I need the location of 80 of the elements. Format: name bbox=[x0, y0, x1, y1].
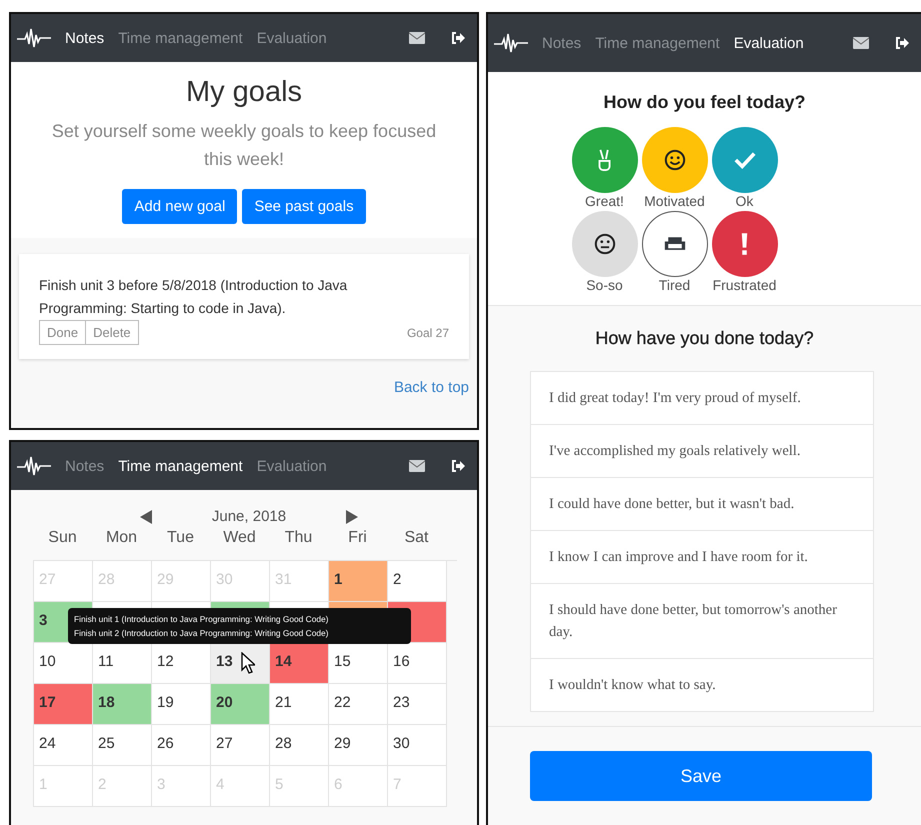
day-cell[interactable]: 21 bbox=[270, 684, 329, 725]
day-cell[interactable]: 15 bbox=[329, 643, 388, 684]
exclamation-icon bbox=[740, 232, 749, 256]
day-cell[interactable]: 14 bbox=[270, 643, 329, 684]
nav-link[interactable]: Notes bbox=[65, 30, 104, 46]
mood-label: Motivated bbox=[644, 193, 705, 209]
day-cell[interactable]: 30 bbox=[388, 725, 447, 766]
neutral-face-icon bbox=[594, 233, 616, 255]
weekday-label: Mon bbox=[104, 529, 138, 547]
nav-link[interactable]: Time management bbox=[595, 34, 720, 52]
nav-link[interactable]: Evaluation bbox=[256, 458, 327, 474]
tooltip: Finish unit 1 (Introduction to Java Programming: Writing Good Code) Finish unit 2 (Introduction to Java Programming: Writing Good Code) bbox=[68, 608, 411, 644]
nav-link[interactable]: Time management bbox=[118, 458, 243, 474]
day-cell[interactable]: 24 bbox=[34, 725, 93, 766]
mood-label: So-so bbox=[586, 277, 623, 293]
mail-icon[interactable] bbox=[409, 32, 425, 44]
logo-icon[interactable] bbox=[17, 28, 51, 48]
day-cell[interactable]: 1 bbox=[329, 561, 388, 602]
sign-out-icon[interactable] bbox=[451, 460, 465, 472]
day-cell[interactable]: 23 bbox=[388, 684, 447, 725]
day-cell[interactable]: 13 bbox=[211, 643, 270, 684]
mail-icon[interactable] bbox=[409, 460, 425, 472]
sign-out-icon[interactable] bbox=[451, 32, 465, 44]
month-label: June, 2018 bbox=[212, 508, 286, 525]
primary-button[interactable]: See past goals bbox=[242, 189, 366, 224]
mood-label: Ok bbox=[736, 193, 754, 209]
mood-label: Great! bbox=[585, 193, 624, 209]
weekday-label: Wed bbox=[222, 529, 257, 547]
next-month-icon[interactable] bbox=[346, 510, 358, 524]
answer-option[interactable]: I wouldn't know what to say. bbox=[531, 658, 873, 711]
sign-out-icon[interactable] bbox=[895, 37, 909, 49]
day-cell[interactable]: 26 bbox=[152, 725, 211, 766]
goal-action-button[interactable]: Done bbox=[39, 320, 86, 345]
mail-icon[interactable] bbox=[853, 37, 869, 49]
nav-link[interactable]: Notes bbox=[65, 458, 104, 474]
section-heading: How do you feel today? bbox=[602, 92, 806, 113]
day-cell[interactable]: 29 bbox=[329, 725, 388, 766]
weekday-label: Tue bbox=[166, 529, 195, 547]
primary-button[interactable]: Add new goal bbox=[122, 189, 238, 224]
goal-number: Goal 27 bbox=[406, 326, 449, 340]
day-cell[interactable]: 19 bbox=[152, 684, 211, 725]
nav-link[interactable]: Notes bbox=[542, 34, 582, 52]
weekday-label: Fri bbox=[347, 529, 368, 547]
day-cell[interactable]: 27 bbox=[211, 725, 270, 766]
answer-option[interactable]: I've accomplished my goals relatively well. bbox=[531, 424, 873, 477]
smile-icon bbox=[664, 149, 686, 171]
answer-option[interactable]: I did great today! I'm very proud of myself. bbox=[531, 372, 873, 424]
answer-option[interactable]: I know I can improve and I have room for it. bbox=[531, 530, 873, 583]
day-cell[interactable]: 17 bbox=[34, 684, 93, 725]
day-cell[interactable]: 11 bbox=[93, 643, 152, 684]
answer-option[interactable]: I should have done better, but tomorrow's another day. bbox=[531, 583, 873, 658]
day-cell[interactable]: 28 bbox=[270, 725, 329, 766]
logo-icon[interactable] bbox=[17, 456, 51, 476]
day-cell[interactable]: 12 bbox=[152, 643, 211, 684]
day-cell[interactable]: 16 bbox=[388, 643, 447, 684]
logo-icon[interactable] bbox=[494, 33, 528, 53]
nav-link[interactable]: Evaluation bbox=[734, 34, 804, 52]
save-button[interactable]: Save bbox=[530, 751, 872, 801]
goal-text: Finish unit 3 before 5/8/2018 (Introduction to Java Programming: Starting to code in Java). bbox=[39, 276, 348, 318]
weekday-label: Sun bbox=[47, 529, 78, 547]
goal-action-button[interactable]: Delete bbox=[86, 320, 139, 345]
day-cell[interactable]: 2 bbox=[388, 561, 447, 602]
previous-month-icon[interactable] bbox=[140, 510, 152, 524]
day-cell[interactable]: 20 bbox=[211, 684, 270, 725]
weekday-label: Sat bbox=[403, 529, 430, 547]
page-title: My goals bbox=[184, 76, 304, 109]
page-subtitle: Set yourself some weekly goals to keep focused this week! bbox=[50, 120, 438, 171]
nav-link[interactable]: Evaluation bbox=[256, 30, 327, 46]
day-cell[interactable]: 25 bbox=[93, 725, 152, 766]
mouse-cursor-icon bbox=[241, 652, 255, 674]
section-heading: How have you done today? bbox=[594, 328, 815, 349]
back-to-top-link[interactable]: Back to top bbox=[394, 379, 469, 396]
day-cell[interactable]: 18 bbox=[93, 684, 152, 725]
nav-link[interactable]: Time management bbox=[118, 30, 243, 46]
day-cell[interactable]: 10 bbox=[34, 643, 93, 684]
weekday-label: Thu bbox=[284, 529, 314, 547]
mood-label: Tired bbox=[658, 277, 690, 293]
day-cell[interactable]: 22 bbox=[329, 684, 388, 725]
answer-option[interactable]: I could have done better, but it wasn't bad. bbox=[531, 477, 873, 530]
mood-label: Frustrated bbox=[712, 277, 776, 293]
